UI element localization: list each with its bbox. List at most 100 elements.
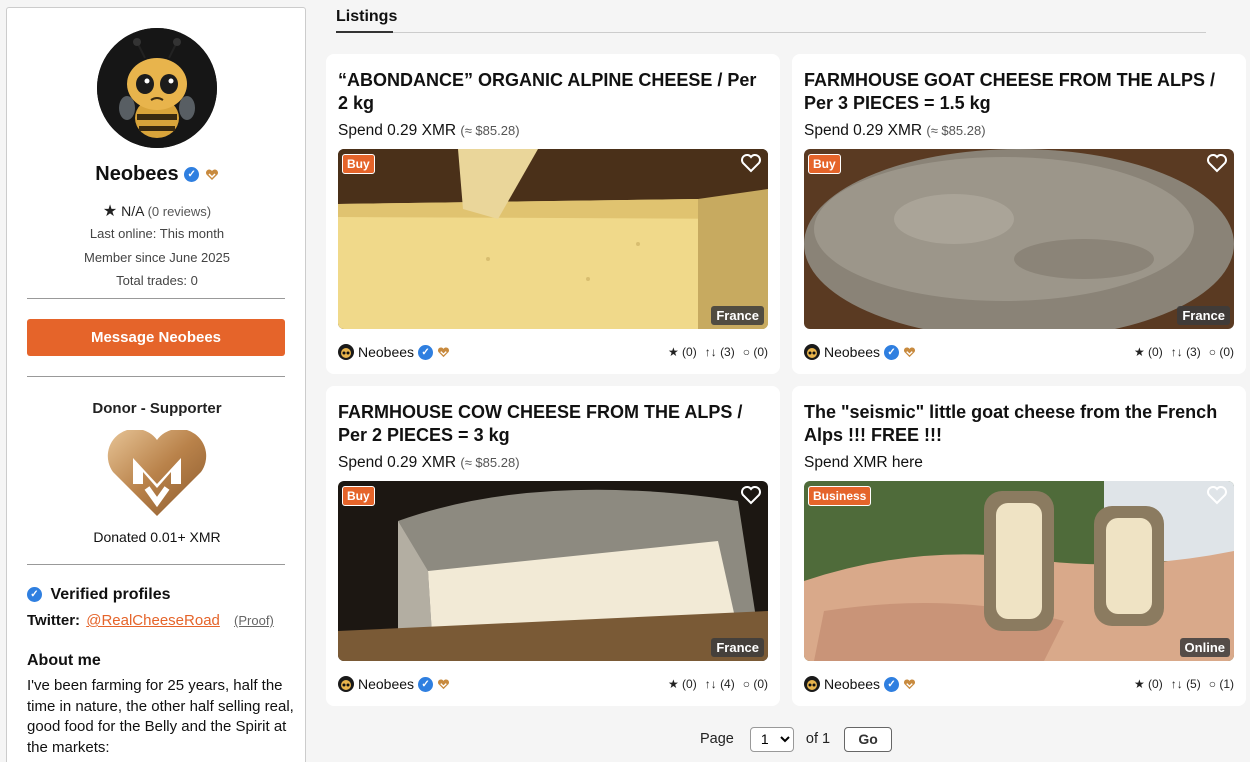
listing-footer: Neobees ✓ ★ (0) ↑↓ (3) ○ (0) [804,344,1234,362]
favorite-heart-icon[interactable] [740,485,762,505]
rating-stat: ★ (0) [668,345,697,359]
seller-info[interactable]: Neobees ✓ [338,676,450,692]
go-button[interactable]: Go [844,726,893,752]
message-user-button[interactable]: Message Neobees [27,319,285,356]
listing-title[interactable]: FARMHOUSE COW CHEESE FROM THE ALPS / Per… [338,401,768,447]
about-heading: About me [27,652,101,669]
listing-type-badge: Buy [342,154,375,174]
monero-donor-heart-icon [438,678,450,689]
proof-link[interactable]: (Proof) [234,613,274,628]
profile-sidebar: Neobees ✓ ★ N/A (0 reviews) Last online:… [6,7,306,762]
price-approx: (≈ $85.28) [926,123,986,138]
seller-info[interactable]: Neobees ✓ [338,344,450,360]
comments-count: (1) [1219,677,1234,691]
comments-stat: ○ (1) [1209,677,1234,691]
listing-price: Spend XMR here [804,454,923,472]
comments-stat: ○ (0) [743,345,768,359]
listing-price: Spend 0.29 XMR (≈ $85.28) [804,122,986,140]
rating-stat: ★ (0) [668,677,697,691]
listing-card[interactable]: FARMHOUSE GOAT CHEESE FROM THE ALPS / Pe… [792,54,1246,374]
listings-tabbar: Listings [336,8,1206,34]
seller-avatar [338,676,354,692]
comments-stat: ○ (0) [1209,345,1234,359]
listing-footer: Neobees ✓ ★ (0) ↑↓ (5) ○ (1) [804,676,1234,694]
listing-footer: Neobees ✓ ★ (0) ↑↓ (3) ○ (0) [338,344,768,362]
page-count: of 1 [805,731,831,747]
verified-profiles-heading: ✓ Verified profiles [27,586,171,604]
listing-image[interactable]: Buy France [804,149,1234,329]
price-text: Spend 0.29 XMR [804,122,923,139]
listing-price: Spend 0.29 XMR (≈ $85.28) [338,454,520,472]
favorite-heart-icon[interactable] [1206,153,1228,173]
listing-image[interactable]: Buy France [338,481,768,661]
listing-location-badge: France [711,306,764,325]
listing-card[interactable]: FARMHOUSE COW CHEESE FROM THE ALPS / Per… [326,386,780,706]
monero-donor-heart-icon [904,678,916,689]
listing-title[interactable]: FARMHOUSE GOAT CHEESE FROM THE ALPS / Pe… [804,69,1234,115]
listing-stats: ★ (0) ↑↓ (4) ○ (0) [668,677,768,691]
monero-donor-badge-icon [107,430,207,516]
verified-check-icon: ✓ [27,587,42,603]
profile-avatar [97,28,217,148]
star-icon: ★ [667,677,679,691]
verified-check-icon: ✓ [184,167,200,183]
rating-stat: ★ (0) [1134,345,1163,359]
trades-count: (3) [720,345,735,359]
comments-count: (0) [1219,345,1234,359]
seller-name[interactable]: Neobees [824,344,880,360]
favorite-heart-icon[interactable] [740,153,762,173]
seller-avatar [804,676,820,692]
listing-type-badge: Buy [342,486,375,506]
rating-stat: ★ (0) [1134,677,1163,691]
star-icon: ★ [1133,345,1145,359]
rating-count: (0) [682,677,697,691]
tab-listings[interactable]: Listings [336,8,397,30]
star-icon: ★ [102,203,118,220]
monero-donor-heart-icon [205,169,218,180]
profile-name-row: Neobees ✓ [7,163,305,186]
trades-arrows-icon: ↑↓ [704,677,717,691]
listing-stats: ★ (0) ↑↓ (5) ○ (1) [1134,677,1234,691]
listing-card[interactable]: “ABONDANCE” ORGANIC ALPINE CHEESE / Per … [326,54,780,374]
monero-donor-heart-icon [438,346,450,357]
member-since: Member since June 2025 [84,250,230,265]
monero-donor-heart-icon [904,346,916,357]
seller-info[interactable]: Neobees ✓ [804,676,916,692]
trades-count: (4) [720,677,735,691]
favorite-heart-icon[interactable] [1206,485,1228,505]
trades-stat: ↑↓ (4) [705,677,735,691]
comment-icon: ○ [1208,677,1216,691]
twitter-handle-link[interactable]: @RealCheeseRoad [86,612,220,629]
verified-check-icon: ✓ [418,344,434,360]
price-text: Spend XMR here [804,454,923,471]
listing-title[interactable]: “ABONDANCE” ORGANIC ALPINE CHEESE / Per … [338,69,768,115]
listing-image[interactable]: Buy France [338,149,768,329]
trades-stat: ↑↓ (3) [705,345,735,359]
price-approx: (≈ $85.28) [460,123,520,138]
seller-info[interactable]: Neobees ✓ [804,344,916,360]
twitter-label: Twitter: [27,612,81,629]
seller-name[interactable]: Neobees [358,344,414,360]
rating-count: (0) [1148,677,1163,691]
seller-name[interactable]: Neobees [824,676,880,692]
trades-arrows-icon: ↑↓ [1170,345,1183,359]
rating-row: ★ N/A (0 reviews) [7,201,305,221]
seller-name[interactable]: Neobees [358,676,414,692]
review-count[interactable]: (0 reviews) [148,204,212,219]
comments-stat: ○ (0) [743,677,768,691]
star-icon: ★ [1133,677,1145,691]
listing-stats: ★ (0) ↑↓ (3) ○ (0) [668,345,768,359]
page-select[interactable]: 1 [749,726,794,752]
rating-count: (0) [1148,345,1163,359]
divider [27,564,285,565]
listing-image[interactable]: Business Online [804,481,1234,661]
rating-value: N/A [121,203,144,219]
star-icon: ★ [667,345,679,359]
divider [27,298,285,299]
verified-check-icon: ✓ [418,676,434,692]
page-label: Page [700,731,734,747]
comment-icon: ○ [1208,345,1216,359]
listing-card[interactable]: The "seismic" little goat cheese from th… [792,386,1246,706]
listing-title[interactable]: The "seismic" little goat cheese from th… [804,401,1234,447]
tab-active-indicator [336,31,393,33]
